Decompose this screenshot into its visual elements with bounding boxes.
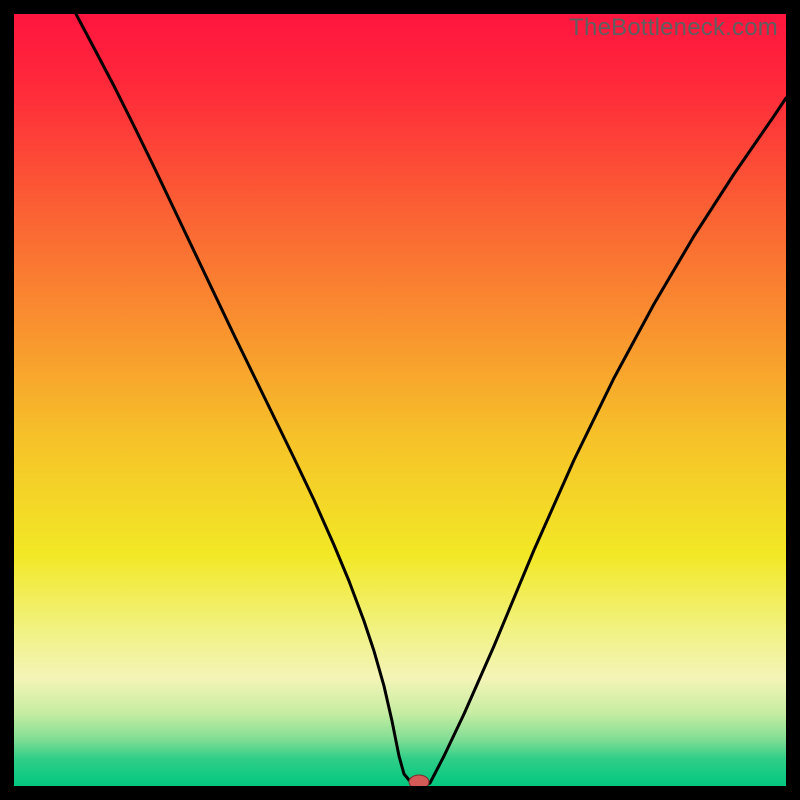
watermark-text: TheBottleneck.com (569, 14, 778, 42)
chart-frame: TheBottleneck.com (14, 14, 786, 786)
gradient-background (14, 14, 786, 786)
bottleneck-chart (14, 14, 786, 786)
optimal-point-marker (409, 775, 429, 786)
